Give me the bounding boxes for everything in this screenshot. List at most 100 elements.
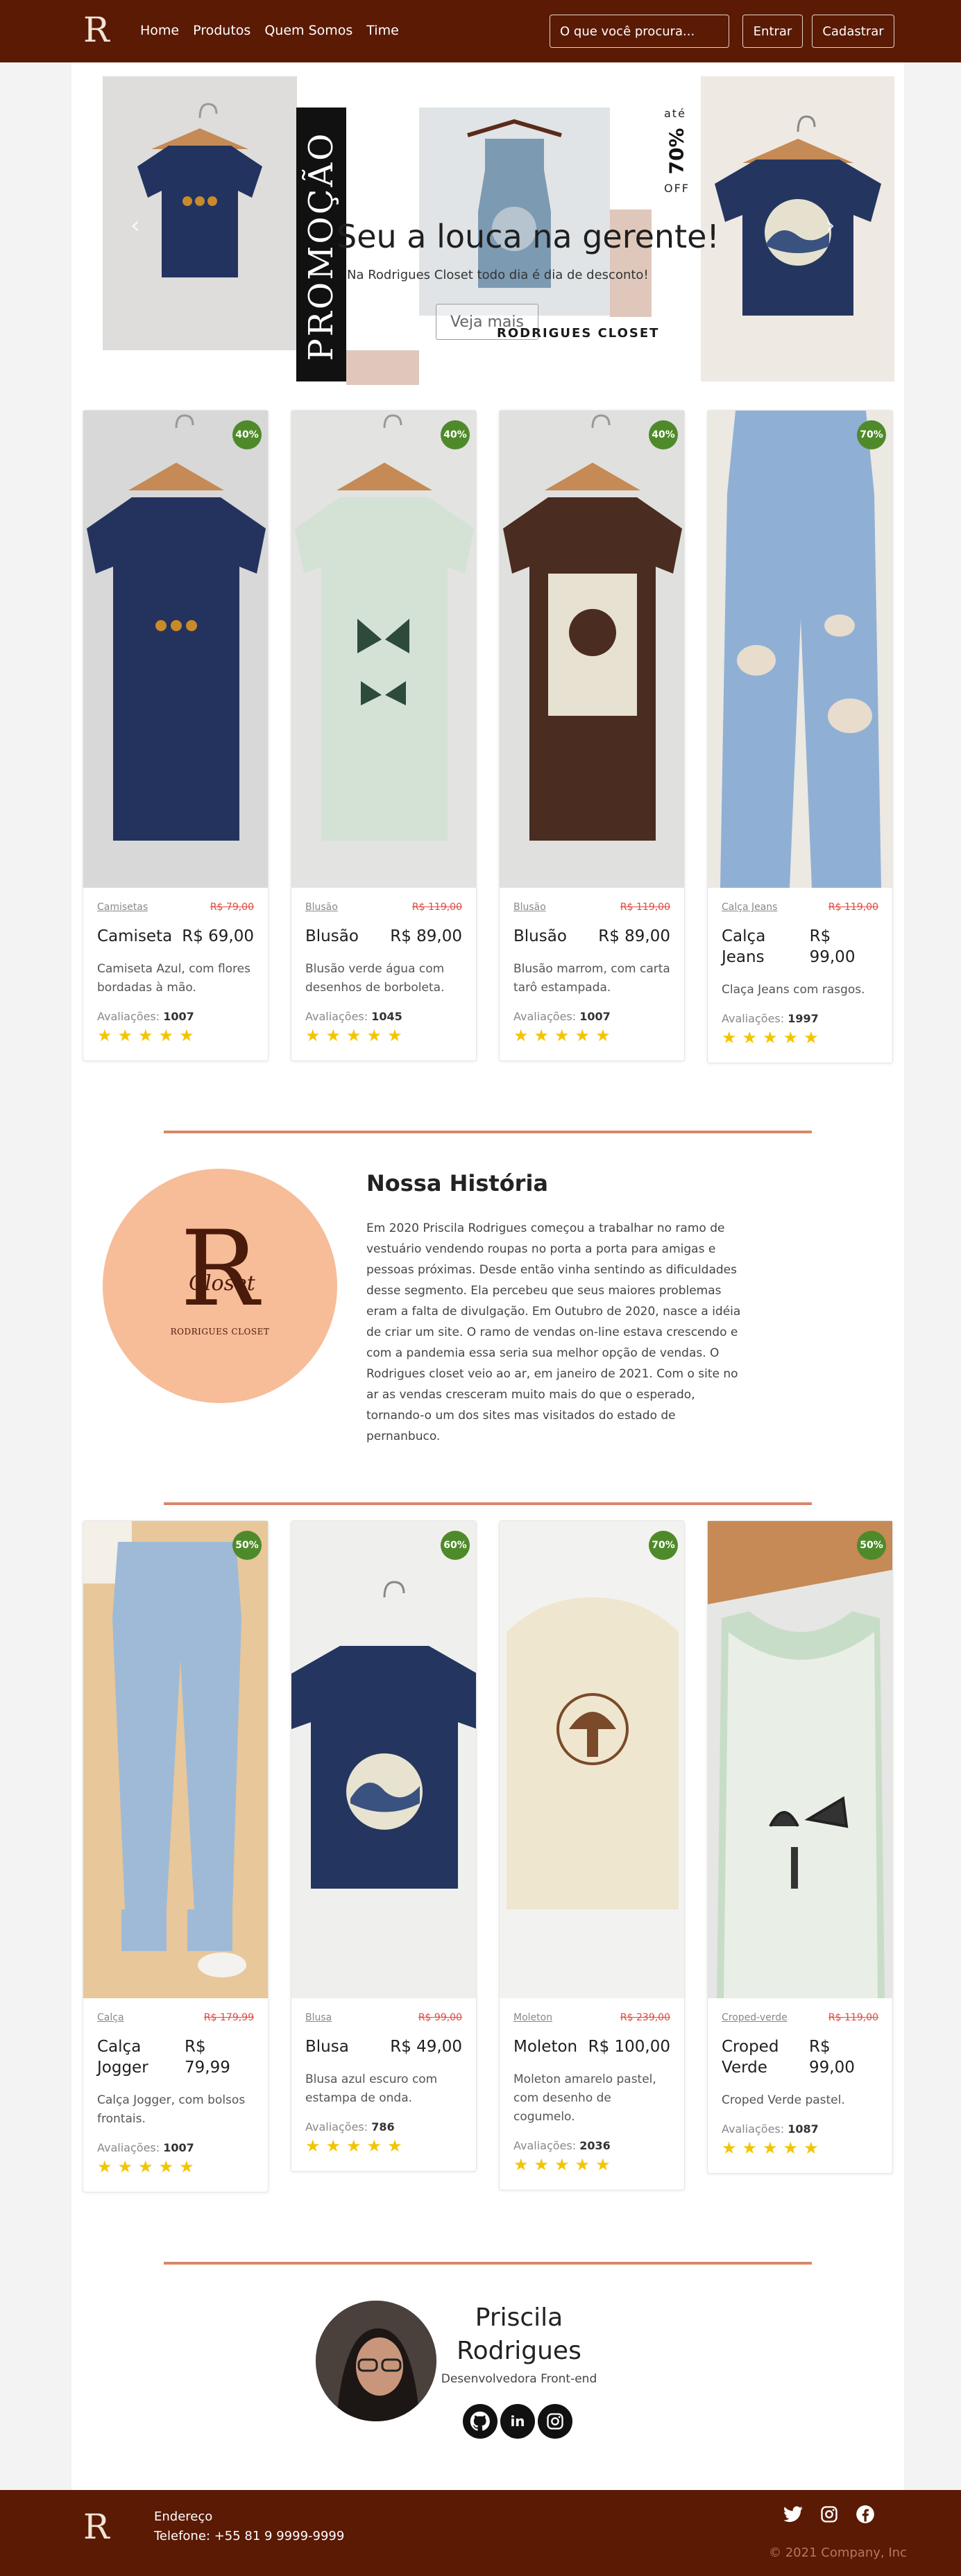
product-description: Claça Jeans com rasgos. [722, 982, 865, 997]
product-price: R$ 49,00 [390, 2038, 462, 2056]
chevron-left-icon[interactable]: ‹ [130, 212, 140, 239]
star-rating-icon: ★★★★★ [305, 2136, 408, 2156]
product-category-link[interactable]: Camisetas [97, 902, 148, 913]
logo-subtitle: RODRIGUES CLOSET [170, 1327, 270, 1337]
instagram-icon[interactable] [538, 2404, 572, 2439]
product-image: 70% [708, 411, 892, 888]
star-rating-icon: ★★★★★ [513, 1026, 616, 1046]
product-reviews: Avaliações: 1045 [305, 1010, 402, 1024]
discount-badge: 60% [441, 1531, 470, 1560]
footer-social-links [781, 2502, 877, 2526]
product-reviews: Avaliações: 2036 [513, 2139, 611, 2153]
product-card[interactable]: 70% Moleton R$ 239,00 Moleton R$ 100,00 Mo… [499, 1520, 685, 2191]
footer-logo[interactable]: R [83, 2509, 111, 2551]
product-category-link[interactable]: Moleton [513, 2012, 552, 2023]
discount-badge: 40% [649, 420, 678, 449]
product-price: R$ 99,00 [809, 927, 856, 966]
nav-link-home[interactable]: Home [140, 23, 179, 38]
product-reviews: Avaliações: 1997 [722, 1011, 819, 1025]
star-rating-icon: ★★★★★ [722, 2138, 824, 2158]
hero-title: Seu a louca na gerente! [337, 218, 720, 255]
logo-letter: R [180, 1209, 259, 1330]
star-rating-icon: ★★★★★ [722, 1027, 824, 1047]
product-category-link[interactable]: Blusa [305, 2012, 332, 2023]
hero-brand-label: RODRIGUES CLOSET [497, 326, 660, 341]
instagram-icon[interactable] [817, 2502, 841, 2526]
nav-link-time[interactable]: Time [366, 23, 399, 38]
nav-link-produtos[interactable]: Produtos [193, 23, 250, 38]
history-text: Em 2020 Priscila Rodrigues começou a tra… [366, 1221, 741, 1443]
product-image: 60% [291, 1521, 476, 1998]
logo-script: Closet [189, 1271, 255, 1296]
section-divider [164, 2262, 812, 2265]
product-description: Moleton amarelo pastel, com desenho de c… [513, 2072, 656, 2124]
brand-logo[interactable]: R [83, 12, 111, 49]
chevron-right-icon[interactable]: › [826, 212, 835, 239]
product-card[interactable]: 60% Blusa R$ 99,00 Blusa R$ 49,00 Blusa az… [291, 1520, 477, 2172]
product-name: Blusão [305, 927, 359, 945]
old-price: R$ 119,00 [411, 902, 462, 913]
product-description: Camiseta Azul, com flores bordadas à mão… [97, 961, 250, 995]
discount-badge: 40% [232, 420, 262, 449]
product-category-link[interactable]: Blusão [305, 902, 338, 913]
login-button[interactable]: Entrar [742, 15, 803, 48]
product-image: 40% [83, 411, 268, 888]
product-card[interactable]: 50% Croped-verde R$ 119,00 Croped Verde R$… [707, 1520, 893, 2174]
product-price: R$ 100,00 [588, 2038, 670, 2056]
product-image: 50% [708, 1521, 892, 1998]
product-image: 50% [83, 1521, 268, 1998]
product-name: Blusão [513, 927, 567, 945]
product-card[interactable]: 40% Blusão R$ 119,00 Blusão R$ 89,00 Blusã… [291, 410, 477, 1062]
product-description: Calça Jogger, com bolsos frontais. [97, 2093, 246, 2126]
old-price: R$ 119,00 [828, 2012, 878, 2023]
avatar [316, 2301, 436, 2421]
linkedin-icon[interactable]: in [500, 2404, 535, 2439]
discount-badge: 70% [649, 1531, 678, 1560]
facebook-icon[interactable] [853, 2502, 877, 2526]
product-category-link[interactable]: Calça Jeans [722, 902, 777, 913]
product-category-link[interactable]: Calça [97, 2012, 124, 2023]
logo-letter: R [83, 10, 110, 50]
product-reviews: Avaliações: 1007 [97, 1010, 194, 1024]
product-name: Calça Jeans [722, 927, 766, 966]
product-description: Blusão marrom, com carta tarô estampada. [513, 961, 670, 995]
product-card[interactable]: 40% Camisetas R$ 79,00 Camiseta R$ 69,00 C… [83, 410, 269, 1062]
star-rating-icon: ★★★★★ [97, 1026, 200, 1046]
github-icon[interactable] [463, 2404, 497, 2439]
discount-prefix: até [664, 107, 686, 120]
navbar: R Home Produtos Quem Somos Time O que vo… [0, 0, 961, 62]
old-price: R$ 119,00 [828, 902, 878, 913]
twitter-icon[interactable] [781, 2502, 805, 2526]
product-card[interactable]: 50% Calça R$ 179,99 Calça Jogger R$ 79,99 … [83, 1520, 269, 2193]
carousel-image-tank-top [419, 108, 610, 316]
old-price: R$ 119,00 [620, 902, 670, 913]
footer-address-link[interactable]: Endereço [154, 2509, 212, 2524]
product-price: R$ 89,00 [598, 927, 670, 945]
discount-badge: 50% [857, 1531, 886, 1560]
copyright-text: © 2021 Company, Inc [769, 2545, 907, 2560]
product-category-link[interactable]: Blusão [513, 902, 546, 913]
logo-letter: R [83, 2507, 110, 2547]
product-card[interactable]: 70% Calça Jeans R$ 119,00 Calça Jeans R$ 9… [707, 410, 893, 1063]
old-price: R$ 79,00 [210, 902, 254, 913]
product-category-link[interactable]: Croped-verde [722, 2012, 788, 2023]
promo-label: PROMOÇÃO [302, 131, 341, 361]
product-price: R$ 79,99 [185, 2038, 230, 2077]
history-logo: R Closet RODRIGUES CLOSET [103, 1169, 337, 1403]
nav-link-quem-somos[interactable]: Quem Somos [264, 23, 352, 38]
search-input[interactable]: O que você procura... [550, 15, 729, 48]
product-reviews: Avaliações: 786 [305, 2120, 395, 2134]
product-card[interactable]: 40% Blusão R$ 119,00 Blusão R$ 89,00 Blusã… [499, 410, 685, 1062]
product-price: R$ 89,00 [390, 927, 462, 945]
profile-role: Desenvolvedora Front-end [441, 2372, 597, 2386]
product-image: 70% [500, 1521, 684, 1998]
section-divider [164, 1131, 812, 1133]
product-reviews: Avaliações: 1087 [722, 2122, 819, 2136]
old-price: R$ 99,00 [418, 2012, 462, 2023]
signup-button[interactable]: Cadastrar [812, 15, 894, 48]
discount-badge: 70% [857, 420, 886, 449]
discount-suffix: OFF [664, 182, 690, 195]
footer: R Endereço Telefone: +55 81 9 9999-9999 … [0, 2490, 961, 2576]
product-name: Blusa [305, 2038, 349, 2056]
discount-badge: 40% [441, 420, 470, 449]
